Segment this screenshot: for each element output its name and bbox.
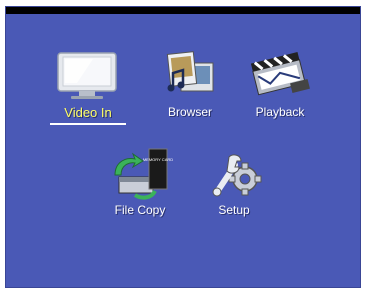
media-browser-icon [155,47,225,103]
menu-label-browser: Browser [167,105,212,119]
menu-label-playback: Playback [255,105,305,119]
file-copy-icon: MEMORY CARD [105,145,175,201]
menu-screen: Video In Browser Playback MEMORY CARD Fi… [5,6,361,288]
menu-item-playback[interactable]: Playback [234,47,326,119]
menu-label-setup: Setup [218,203,250,217]
selection-underline [50,123,126,125]
top-bar [6,7,360,14]
menu-item-file-copy[interactable]: MEMORY CARD File Copy [94,145,186,217]
tv-monitor-icon [53,47,123,103]
menu-label-file-copy: File Copy [114,203,166,217]
memory-card-label: MEMORY CARD [143,157,173,162]
menu-label-video-in: Video In [64,105,112,120]
menu-item-browser[interactable]: Browser [144,47,236,119]
menu-item-setup[interactable]: Setup [188,145,280,217]
wrench-gear-icon [199,145,269,201]
film-clapper-icon [245,47,315,103]
menu-item-video-in[interactable]: Video In [42,47,134,125]
